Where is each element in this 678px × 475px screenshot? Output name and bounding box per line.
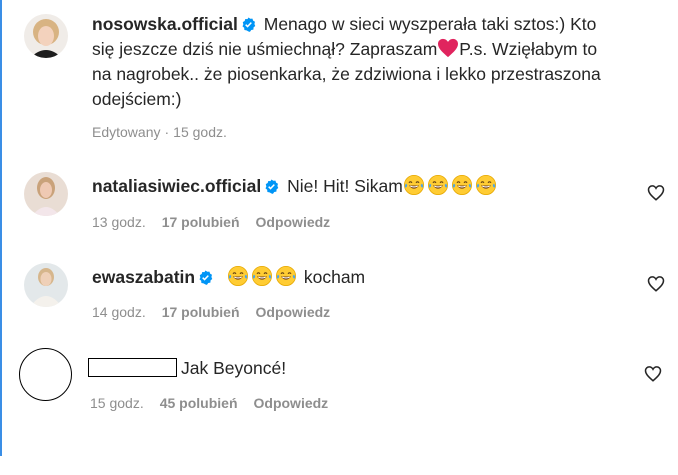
verified-badge-icon — [242, 17, 256, 32]
post-meta: Edytowany · 15 godz. — [92, 123, 243, 141]
comment-3-time[interactable]: 15 godz. — [90, 395, 144, 411]
post-caption: nosowska.official Menago w sieci wyszper… — [92, 12, 662, 112]
comment-1-text: Nie! Hit! Sikam — [287, 176, 403, 196]
comment-3: Jak Beyoncé! — [88, 356, 628, 381]
instagram-comments-panel: nosowska.official Menago w sieci wyszper… — [0, 0, 678, 475]
comment-3-text: Jak Beyoncé! — [181, 358, 287, 378]
comment-3-meta: 15 godz. 45 polubień Odpowiedz — [90, 394, 344, 412]
comment-1-username[interactable]: nataliasiwiec.official — [92, 176, 261, 196]
post-time[interactable]: 15 godz. — [173, 124, 227, 140]
redacted-username-box[interactable] — [88, 358, 177, 377]
comment-2: ewaszabatin kocham — [92, 265, 632, 290]
comment-1-emojis — [403, 175, 499, 196]
comment-2-emojis — [227, 266, 299, 287]
face-with-tears-of-joy-icon — [403, 175, 424, 195]
edited-label: Edytowany — [92, 124, 161, 140]
caption-line-1: Menago w sieci wyszperała taki sztos:) K… — [263, 14, 597, 34]
comment-3-likes[interactable]: 45 polubień — [160, 395, 238, 411]
comment-1-reply-button[interactable]: Odpowiedz — [256, 214, 331, 230]
red-heart-icon — [438, 38, 459, 58]
face-with-tears-of-joy-icon — [427, 175, 448, 195]
comment-2-likes[interactable]: 17 polubień — [162, 304, 240, 320]
comment-3-like-heart-icon[interactable] — [644, 365, 662, 383]
comment-1-meta: 13 godz. 17 polubień Odpowiedz — [92, 213, 346, 231]
comment-2-username[interactable]: ewaszabatin — [92, 267, 195, 287]
comment-1-time[interactable]: 13 godz. — [92, 214, 146, 230]
comment-2-text: kocham — [303, 267, 366, 287]
comment-3-reply-button[interactable]: Odpowiedz — [254, 395, 329, 411]
comment-2-reply-button[interactable]: Odpowiedz — [256, 304, 331, 320]
caption-line-2b: P.s. Wzięłabym to — [459, 39, 598, 59]
face-with-tears-of-joy-icon — [227, 266, 248, 286]
comment-1: nataliasiwiec.official Nie! Hit! Sikam — [92, 174, 632, 199]
comment-1-like-heart-icon[interactable] — [647, 184, 665, 202]
face-with-tears-of-joy-icon — [475, 175, 496, 195]
comment-2-like-heart-icon[interactable] — [647, 275, 665, 293]
comment-2-meta: 14 godz. 17 polubień Odpowiedz — [92, 303, 346, 321]
verified-badge-icon — [265, 179, 279, 194]
left-edge-rule — [0, 0, 2, 456]
caption-line-3: na nagrobek.. że piosenkarka, że zdziwio… — [92, 64, 601, 84]
avatar-ewaszabatin[interactable] — [24, 263, 68, 307]
post-username[interactable]: nosowska.official — [92, 14, 238, 34]
avatar-redacted[interactable] — [19, 348, 72, 401]
comment-1-likes[interactable]: 17 polubień — [162, 214, 240, 230]
comment-2-time[interactable]: 14 godz. — [92, 304, 146, 320]
verified-badge-icon — [199, 270, 213, 285]
caption-line-2a: się jeszcze dziś nie uśmiechnął? Zaprasz… — [92, 39, 438, 59]
avatar-nosowska[interactable] — [24, 14, 68, 58]
caption-line-4: odejściem:) — [92, 89, 182, 109]
face-with-tears-of-joy-icon — [275, 266, 296, 286]
avatar-nataliasiwiec[interactable] — [24, 172, 68, 216]
face-with-tears-of-joy-icon — [251, 266, 272, 286]
face-with-tears-of-joy-icon — [451, 175, 472, 195]
meta-separator: · — [164, 124, 170, 140]
